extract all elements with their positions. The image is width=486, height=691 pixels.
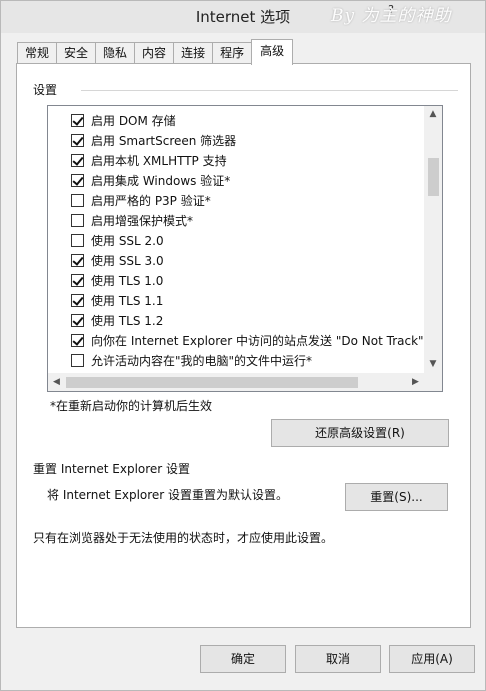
setting-item[interactable]: 允许活动内容在"我的电脑"的文件中运行* [71,350,312,370]
setting-item-label: 使用 TLS 1.2 [91,313,164,328]
setting-item[interactable]: 启用本机 XMLHTTP 支持 [71,150,227,170]
setting-item-label: 使用 TLS 1.1 [91,293,164,308]
tab-2[interactable]: 隐私 [95,42,136,65]
checkbox-checked[interactable] [71,273,84,287]
internet-options-dialog: Internet 选项 ? By 为主的神助 常规 安全 隐私 内容 连接 程序 高级 设置… [0,0,486,691]
setting-item-label: 启用 SmartScreen 筛选器 [91,133,237,148]
advanced-tab-panel: 设置 启用 DOM 存储启用 SmartScreen 筛选器 启用本机 XMLHT… [16,63,471,628]
tab-5[interactable]: 程序 [212,42,253,65]
setting-item[interactable]: 启用 SmartScreen 筛选器 [71,130,236,150]
checkbox-checked[interactable] [71,313,84,327]
checkbox-checked[interactable] [71,153,84,167]
checkbox-checked[interactable] [71,333,84,347]
tab-4[interactable]: 连接 [173,42,214,65]
group-divider [81,90,458,91]
setting-item-label: 使用 SSL 3.0 [91,253,164,268]
setting-item[interactable]: 启用集成 Windows 验证* [71,170,230,190]
setting-item[interactable]: 使用 SSL 2.0 [71,230,164,250]
scroll-down-icon[interactable]: ▼ [424,356,442,373]
watermark: By 为主的神助 [331,6,452,26]
settings-group-label: 设置 [33,83,58,97]
tab-3[interactable]: 内容 [134,42,175,65]
title-bar: Internet 选项 ? By 为主的神助 [1,1,485,33]
reset-note: 只有在浏览器处于无法使用的状态时，才应使用此设置。 [33,531,334,545]
tab-0[interactable]: 常规 [17,42,58,65]
setting-item[interactable]: 启用严格的 P3P 验证* [71,190,211,210]
tab-6[interactable]: 高级 [251,39,294,65]
restart-note: *在重新启动你的计算机后生效 [50,399,213,413]
apply-button[interactable]: 应用(A) [389,645,475,673]
vertical-scroll-thumb[interactable] [428,158,439,196]
setting-item[interactable]: 使用 TLS 1.2 [71,310,163,330]
setting-item[interactable]: 启用增强保护模式* [71,210,193,230]
setting-item-label: 启用严格的 P3P 验证* [91,193,211,208]
setting-item-label: 启用集成 Windows 验证* [91,173,231,188]
checkbox-checked[interactable] [71,133,84,147]
checkbox-unchecked[interactable] [71,233,84,247]
setting-item-label: 向你在 Internet Explorer 中访问的站点发送 "Do Not T… [91,333,424,348]
settings-listbox[interactable]: 启用 DOM 存储启用 SmartScreen 筛选器 启用本机 XMLHTTP … [47,105,443,392]
tab-1[interactable]: 安全 [56,42,97,65]
cancel-button[interactable]: 取消 [295,645,381,673]
checkbox-checked[interactable] [71,113,84,127]
tab-strip: 常规 安全 隐私 内容 连接 程序 高级 [17,39,294,65]
scroll-right-icon[interactable]: ▶ [407,373,424,391]
reset-button[interactable]: 重置(S)... [345,483,448,511]
setting-item[interactable]: 向你在 Internet Explorer 中访问的站点发送 "Do Not T… [71,330,424,350]
setting-item-label: 使用 TLS 1.0 [91,273,164,288]
scroll-up-icon[interactable]: ▲ [424,106,442,123]
horizontal-scroll-thumb[interactable] [66,377,358,388]
scroll-left-icon[interactable]: ◀ [48,373,65,391]
horizontal-scrollbar[interactable]: ◀ ▶ [48,373,424,391]
reset-description: 将 Internet Explorer 设置重置为默认设置。 [47,488,289,502]
ok-button[interactable]: 确定 [200,645,286,673]
reset-section-header: 重置 Internet Explorer 设置 [33,462,191,476]
setting-item[interactable]: 使用 SSL 3.0 [71,250,164,270]
checkbox-checked[interactable] [71,293,84,307]
checkbox-checked[interactable] [71,173,84,187]
checkbox-unchecked[interactable] [71,213,84,227]
vertical-scrollbar[interactable]: ▲ ▼ [424,106,442,373]
setting-item-label: 启用增强保护模式* [91,213,194,228]
setting-item[interactable]: 启用 DOM 存储 [71,110,176,130]
setting-item-label: 启用 DOM 存储 [91,113,176,128]
checkbox-unchecked[interactable] [71,193,84,207]
setting-item-label: 允许活动内容在"我的电脑"的文件中运行* [91,353,313,368]
setting-item[interactable]: 使用 TLS 1.0 [71,270,163,290]
scroll-corner [424,373,442,391]
setting-item[interactable]: 使用 TLS 1.1 [71,290,163,310]
setting-item-label: 使用 SSL 2.0 [91,233,164,248]
checkbox-checked[interactable] [71,253,84,267]
setting-item-label: 启用本机 XMLHTTP 支持 [91,153,227,168]
settings-items: 启用 DOM 存储启用 SmartScreen 筛选器 启用本机 XMLHTTP … [48,106,424,373]
checkbox-unchecked[interactable] [71,353,84,367]
restore-advanced-button[interactable]: 还原高级设置(R) [271,419,449,447]
